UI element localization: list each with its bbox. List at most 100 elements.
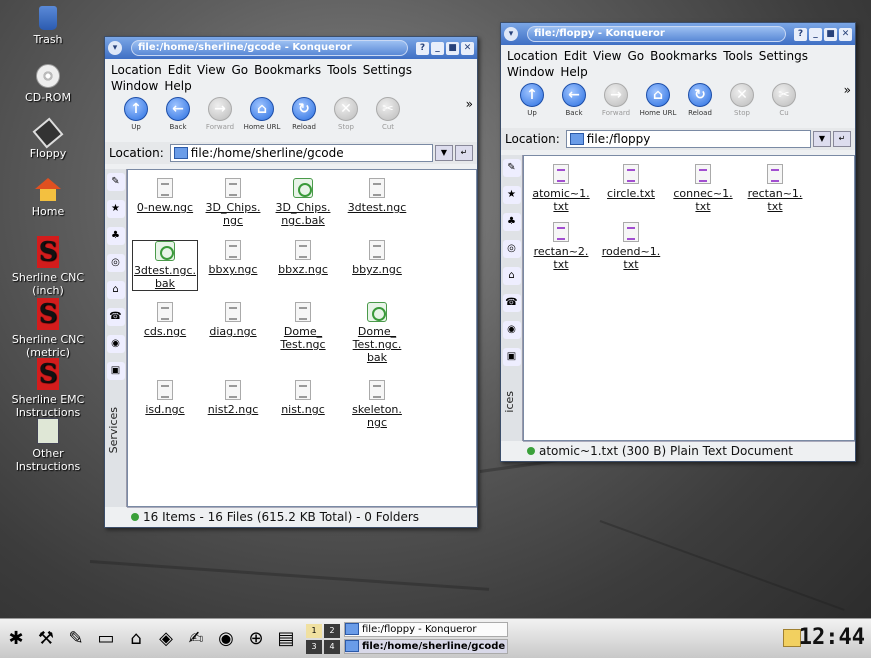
desktop-pager[interactable]: 1234: [306, 623, 340, 654]
menu-window[interactable]: Window: [111, 79, 158, 93]
menu-help[interactable]: Help: [560, 65, 587, 79]
desktop-2-button[interactable]: 2: [324, 623, 340, 638]
toolbar-overflow-button[interactable]: »: [844, 83, 851, 97]
file-item[interactable]: bbyz.ngc: [344, 240, 410, 276]
go-button[interactable]: ↵: [455, 145, 473, 161]
menu-go[interactable]: Go: [628, 49, 645, 63]
menu-bookmarks[interactable]: Bookmarks: [650, 49, 717, 63]
toolbar-home-url-button[interactable]: ⌂ Home URL: [241, 97, 283, 131]
editor-icon[interactable]: ✍: [182, 625, 210, 653]
services-icon[interactable]: ☎: [106, 308, 125, 326]
toolbar-cut-button[interactable]: ✂ Cut: [367, 97, 409, 131]
desktop-icon[interactable]: Home: [4, 178, 92, 218]
file-item[interactable]: connec~1. txt: [670, 164, 736, 213]
network-icon[interactable]: ◈: [152, 625, 180, 653]
sidebar-services-tab[interactable]: ices: [503, 391, 516, 413]
desktop-icon[interactable]: S Sherline CNC (inch): [4, 236, 92, 297]
file-item[interactable]: skeleton. ngc: [344, 380, 410, 429]
tools-icon[interactable]: ✎: [62, 625, 90, 653]
file-item[interactable]: Dome_ Test.ngc: [270, 302, 336, 351]
menu-settings[interactable]: Settings: [363, 63, 412, 77]
desktop-icon[interactable]: Other Instructions: [4, 418, 92, 473]
desktop-1-button[interactable]: 1: [306, 623, 322, 638]
window-menu-icon[interactable]: ▾: [108, 41, 122, 55]
help-button[interactable]: ?: [416, 41, 429, 55]
title-bar[interactable]: ▾ file:/home/sherline/gcode - Konqueror …: [105, 37, 477, 59]
menu-go[interactable]: Go: [232, 63, 249, 77]
media-icon[interactable]: ◉: [502, 321, 521, 339]
menu-view[interactable]: View: [593, 49, 621, 63]
location-input[interactable]: file:/home/sherline/gcode: [169, 144, 433, 162]
taskbar-task[interactable]: file:/home/sherline/gcode: [344, 638, 508, 654]
file-item[interactable]: atomic~1. txt: [528, 164, 594, 213]
help-icon[interactable]: ⊕: [242, 625, 270, 653]
minimize-button[interactable]: _: [809, 27, 822, 41]
go-button[interactable]: ↵: [833, 131, 851, 147]
location-input[interactable]: file:/floppy: [565, 130, 811, 148]
file-view[interactable]: atomic~1. txt circle.txt connec~1. txt rect…: [523, 155, 855, 441]
clock[interactable]: 12:44: [799, 625, 865, 650]
location-dropdown-button[interactable]: ▼: [435, 145, 453, 161]
toolbar-back-button[interactable]: ← Back: [553, 83, 595, 117]
menu-window[interactable]: Window: [507, 65, 554, 79]
file-item[interactable]: bbxz.ngc: [270, 240, 336, 276]
toolbar-overflow-button[interactable]: »: [466, 97, 473, 111]
file-item[interactable]: isd.ngc: [132, 380, 198, 416]
desktop-3-button[interactable]: 3: [306, 639, 322, 654]
maximize-button[interactable]: ■: [446, 41, 459, 55]
browser-icon[interactable]: ◉: [212, 625, 240, 653]
terminal-icon[interactable]: ▭: [92, 625, 120, 653]
file-item[interactable]: circle.txt: [598, 164, 664, 200]
web-icon[interactable]: ▣: [502, 348, 521, 366]
file-item[interactable]: Dome_ Test.ngc. bak: [344, 302, 410, 364]
menu-location[interactable]: Location: [507, 49, 558, 63]
title-bar[interactable]: ▾ file:/floppy - Konqueror ? _ ■ ✕: [501, 23, 855, 45]
devices-icon[interactable]: ⌂: [502, 267, 521, 285]
file-item[interactable]: 3D_Chips. ngc.bak: [270, 178, 336, 227]
file-item[interactable]: diag.ngc: [200, 302, 266, 338]
toolbar-stop-button[interactable]: ✕ Stop: [721, 83, 763, 117]
show-desktop-icon[interactable]: ▤: [272, 625, 300, 653]
menu-edit[interactable]: Edit: [564, 49, 587, 63]
menu-tools[interactable]: Tools: [723, 49, 753, 63]
file-item[interactable]: 3dtest.ngc. bak: [132, 240, 198, 291]
file-item[interactable]: rectan~1. txt: [742, 164, 808, 213]
home-icon[interactable]: ◎: [502, 240, 521, 258]
toolbar-forward-button[interactable]: → Forward: [199, 97, 241, 131]
devices-icon[interactable]: ⌂: [106, 281, 125, 299]
history-icon[interactable]: ★: [106, 200, 125, 218]
home-folder-icon[interactable]: ⌂: [122, 625, 150, 653]
media-icon[interactable]: ◉: [106, 335, 125, 353]
toolbar-up-button[interactable]: ↑ Up: [511, 83, 553, 117]
file-view[interactable]: 0-new.ngc 3D_Chips. ngc 3D_Chips. ngc.bak 3…: [127, 169, 477, 507]
toolbar-reload-button[interactable]: ↻ Reload: [679, 83, 721, 117]
file-item[interactable]: rectan~2. txt: [528, 222, 594, 271]
services-icon[interactable]: ☎: [502, 294, 521, 312]
file-item[interactable]: bbxy.ngc: [200, 240, 266, 276]
bookmarks-icon[interactable]: ✎: [106, 173, 125, 191]
kmenu-icon[interactable]: ✱: [2, 625, 30, 653]
toolbar-cu-button[interactable]: ✂ Cu: [763, 83, 805, 117]
menu-edit[interactable]: Edit: [168, 63, 191, 77]
toolbar-forward-button[interactable]: → Forward: [595, 83, 637, 117]
menu-bookmarks[interactable]: Bookmarks: [254, 63, 321, 77]
file-item[interactable]: rodend~1. txt: [598, 222, 664, 271]
toolbar-back-button[interactable]: ← Back: [157, 97, 199, 131]
file-item[interactable]: 3D_Chips. ngc: [200, 178, 266, 227]
desktop-icon[interactable]: S Sherline EMC Instructions: [4, 358, 92, 419]
desktop-icon[interactable]: S Sherline CNC (metric): [4, 298, 92, 359]
window-menu-icon[interactable]: ▾: [504, 27, 518, 41]
network-icon[interactable]: ♣: [502, 213, 521, 231]
taskbar-task[interactable]: file:/floppy - Konqueror: [344, 621, 508, 637]
home-icon[interactable]: ◎: [106, 254, 125, 272]
minimize-button[interactable]: _: [431, 41, 444, 55]
close-button[interactable]: ✕: [461, 41, 474, 55]
toolbar-home-url-button[interactable]: ⌂ Home URL: [637, 83, 679, 117]
location-dropdown-button[interactable]: ▼: [813, 131, 831, 147]
web-icon[interactable]: ▣: [106, 362, 125, 380]
control-center-icon[interactable]: ⚒: [32, 625, 60, 653]
toolbar-reload-button[interactable]: ↻ Reload: [283, 97, 325, 131]
menu-help[interactable]: Help: [164, 79, 191, 93]
close-button[interactable]: ✕: [839, 27, 852, 41]
desktop-4-button[interactable]: 4: [324, 639, 340, 654]
